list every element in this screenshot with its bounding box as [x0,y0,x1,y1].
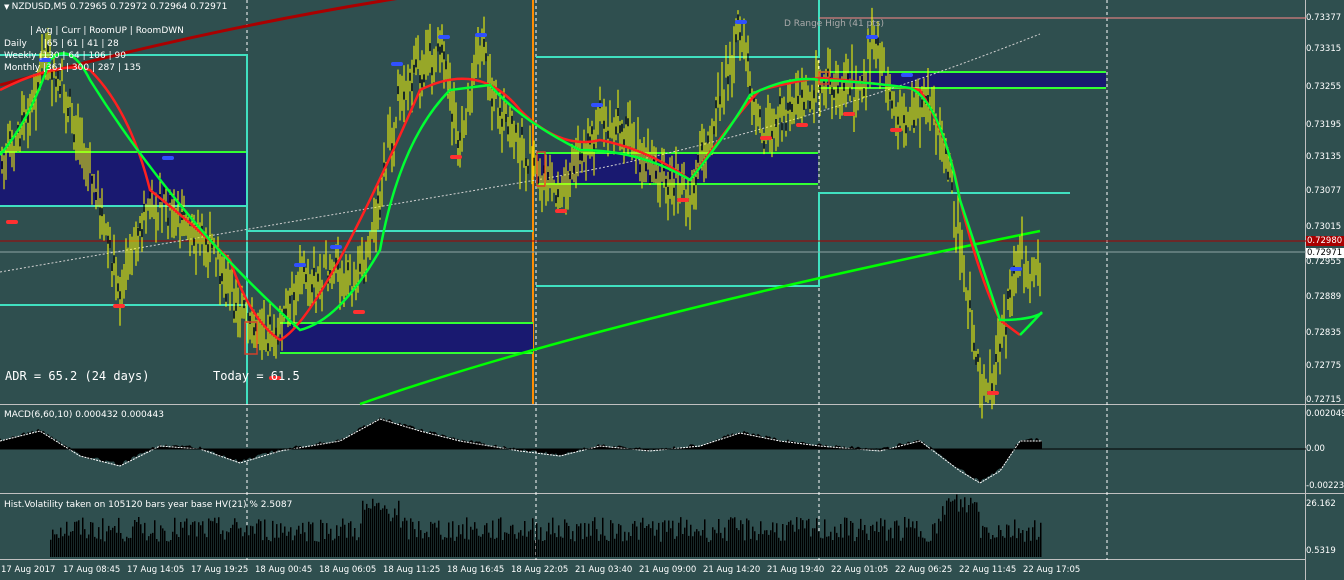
hv-axis-bottom: 0.5319 [1306,546,1336,556]
swing-high-marker [591,103,603,107]
time-tick-label: 22 Aug 01:05 [831,565,889,575]
price-tick-label: 0.73015 [1306,222,1342,232]
swing-low-marker [987,391,999,395]
swing-low-marker [760,136,772,140]
price-tick-label: 0.73077 [1306,186,1342,196]
info-table-header: | Avg | Curr | RoomUP | RoomDWN [30,26,184,36]
time-tick-label: 18 Aug 00:45 [255,565,313,575]
macd-title: MACD(6,60,10) 0.000432 0.000443 [4,410,164,420]
time-tick-label: 21 Aug 09:00 [639,565,697,575]
swing-low-marker [555,209,567,213]
swing-high-marker [438,35,450,39]
swing-low-marker [677,198,689,202]
adr-text: ADR = 65.2 (24 days) [5,369,150,383]
swing-high-marker [391,62,403,66]
swing-high-marker [294,263,306,267]
time-tick-label: 21 Aug 03:40 [575,565,633,575]
price-tick-label: 0.72715 [1306,395,1342,405]
info-row-daily: Daily |65 | 61 | 41 | 28 [4,39,119,49]
candlesticks [1,7,1041,419]
time-tick-label: 22 Aug 17:05 [1023,565,1081,575]
price-tick-label: 0.73315 [1306,44,1342,54]
time-tick-label: 22 Aug 11:45 [959,565,1017,575]
time-tick-label: 18 Aug 11:25 [383,565,441,575]
current-price-tag: 0.72971 [1306,248,1344,258]
price-tick-label: 0.73377 [1306,13,1342,23]
swing-low-marker [6,220,18,224]
time-tick-label: 21 Aug 14:20 [703,565,761,575]
price-tick-label: 0.73195 [1306,120,1342,130]
price-tick-label: 0.72835 [1306,328,1342,338]
swing-high-marker [901,73,913,77]
swing-low-marker [450,155,462,159]
swing-high-marker [735,20,747,24]
macd-signal-line [0,418,1042,484]
time-tick-label: 18 Aug 06:05 [319,565,377,575]
range-box-1 [0,152,246,206]
red-line-price-tag: 0.72980 [1306,236,1344,246]
macd-histogram [0,417,1042,484]
swing-low-marker [843,112,855,116]
time-tick-label: 17 Aug 19:25 [191,565,249,575]
swing-high-marker [330,245,342,249]
swing-high-marker [162,156,174,160]
macd-axis-bottom: -0.00223 [1306,481,1344,491]
today-text: Today = 61.5 [213,369,300,383]
hv-title: Hist.Volatility taken on 105120 bars yea… [4,500,293,510]
range-high-label: D Range High (41 pts) [784,19,884,29]
time-tick-label: 17 Aug 2017 [1,565,56,575]
symbol-header: ▼ NZDUSD,M5 0.72965 0.72972 0.72964 0.72… [4,2,228,12]
info-row-monthly: Monthly |361 | 300 | 287 | 135 [4,63,141,73]
time-tick-label: 18 Aug 22:05 [511,565,569,575]
price-tick-label: 0.72889 [1306,292,1342,302]
swing-low-marker [113,304,125,308]
long-green-ma [359,229,1041,406]
time-tick-label: 21 Aug 19:40 [767,565,825,575]
macd-axis-zero: 0.00 [1306,444,1325,454]
time-tick-label: 17 Aug 08:45 [63,565,121,575]
time-tick-label: 17 Aug 14:05 [127,565,185,575]
range-box-2 [280,323,533,353]
swing-low-marker [796,123,808,127]
time-tick-label: 18 Aug 16:45 [447,565,505,575]
swing-high-marker [475,33,487,37]
price-tick-label: 0.72775 [1306,361,1342,371]
price-tick-label: 0.72955 [1306,257,1342,267]
hv-axis-top: 26.162 [1306,499,1336,509]
time-tick-label: 22 Aug 06:25 [895,565,953,575]
swing-low-marker [890,128,902,132]
swing-high-marker [1010,267,1022,271]
macd-axis-top: 0.002049 [1306,409,1344,419]
swing-low-marker [353,310,365,314]
price-tick-label: 0.73255 [1306,82,1342,92]
info-row-weekly: Weekly |130 | 64 | 106 | 90 [4,51,126,61]
price-tick-label: 0.73135 [1306,152,1342,162]
swing-high-marker [866,35,878,39]
price-chart[interactable] [0,0,1344,580]
